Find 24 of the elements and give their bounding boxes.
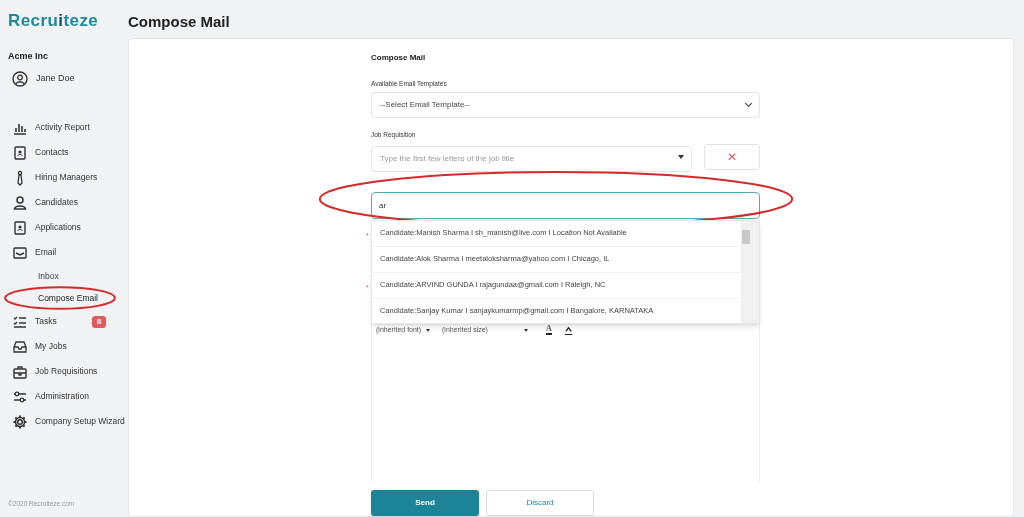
nav-item[interactable]: Administration xyxy=(35,390,89,403)
send-button[interactable]: Send xyxy=(371,490,479,516)
company-name: Acme Inc xyxy=(8,49,50,63)
logo: Recruiteze xyxy=(8,10,100,32)
nav-item[interactable]: Email xyxy=(35,246,57,259)
nav-item[interactable]: Job Requisitions xyxy=(35,365,98,378)
nav-item[interactable]: My Jobs xyxy=(35,340,67,353)
discard-button[interactable]: Discard xyxy=(486,490,594,516)
page-title: Compose Mail xyxy=(128,12,231,32)
form-title: Compose Mail xyxy=(371,51,427,64)
user-name[interactable]: Jane Doe xyxy=(36,72,75,86)
clear-button[interactable]: ✕ xyxy=(704,144,760,170)
nav-item[interactable]: Hiring Managers xyxy=(35,171,98,184)
nav-item[interactable]: Applications xyxy=(35,221,81,234)
template-select[interactable]: --Select Email Template-- xyxy=(371,92,760,119)
job-requisition-field[interactable]: Type the first few letters of the job title xyxy=(371,145,692,172)
count-badge: 8 xyxy=(92,315,106,328)
recipient-field[interactable]: ar xyxy=(371,192,760,219)
nav-item[interactable]: Company Setup Wizard xyxy=(35,415,125,428)
nav-item[interactable]: Contacts xyxy=(35,146,69,159)
nav-item[interactable]: Activity Report xyxy=(35,121,90,134)
nav-item[interactable]: Candidates xyxy=(35,196,78,209)
nav-item[interactable]: Tasks xyxy=(35,315,57,328)
nav-subitem[interactable]: Inbox xyxy=(38,269,59,283)
